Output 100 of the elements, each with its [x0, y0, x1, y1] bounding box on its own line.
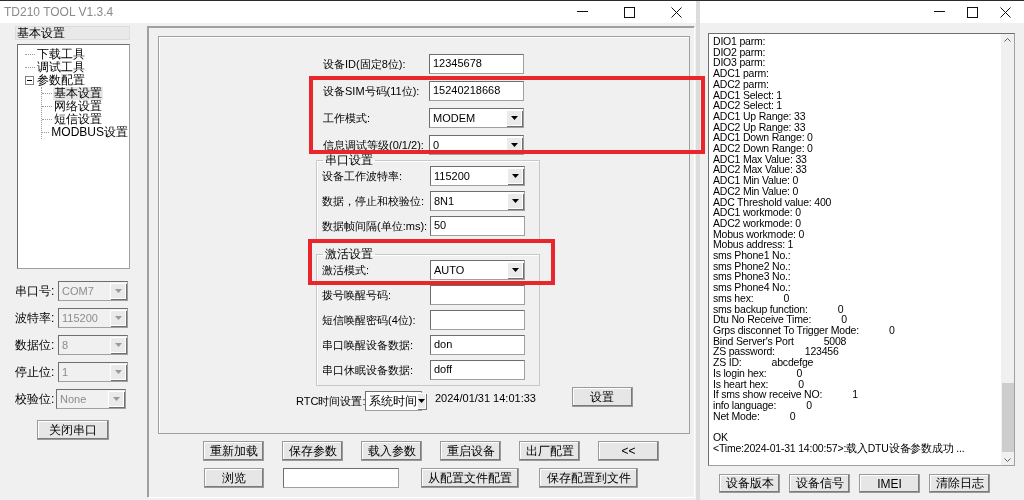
group-title: 串口设置 [324, 154, 374, 166]
dropdown[interactable]: AUTO [430, 260, 525, 280]
log-value: 0 [806, 399, 812, 411]
close-icon[interactable] [1000, 6, 1011, 18]
caret-icon [511, 199, 519, 203]
input-field[interactable] [430, 310, 525, 330]
tree-item[interactable]: MODBUS设置 [50, 126, 129, 139]
log-line: ADC2 parm: [713, 78, 769, 90]
tree-item[interactable]: 网络设置 [53, 100, 103, 113]
field-label: 短信唤醒密码(4位): [322, 313, 417, 327]
log-line: ADC2 Up Range: 33 [713, 121, 806, 133]
log-line: ADC2 Select: 1 [713, 100, 782, 111]
tree-item[interactable]: 基本设置 [53, 87, 103, 100]
input-field[interactable]: 12345678 [429, 54, 524, 74]
field-label: 数据位: [15, 336, 56, 354]
log-value: 0 [888, 325, 895, 336]
field-label: 数据，停止和校验位: [322, 194, 426, 208]
log-line: ADC1 parm: [713, 68, 769, 79]
scrollbar[interactable] [1001, 34, 1014, 465]
button[interactable]: 设备信号 [789, 474, 850, 493]
log-line: Dtu No Receive Time: [713, 314, 812, 325]
set-button[interactable]: 设置 [571, 387, 633, 407]
minimize-icon[interactable] [934, 11, 945, 13]
tree-item[interactable]: 调试工具 [36, 61, 86, 74]
caret-icon [114, 289, 122, 293]
field-label: 串口唤醒设备数据: [322, 338, 415, 352]
log-line: Grps disconnet To Trigger Mode: [713, 325, 859, 336]
input-field[interactable]: doff [430, 360, 525, 380]
button[interactable]: 浏览 [204, 468, 264, 488]
log-line: ADC2 Min Value: 0 [713, 185, 799, 197]
log-value: 5008 [823, 335, 847, 347]
button[interactable]: 重启设备 [440, 441, 501, 461]
field-label: 串口号: [15, 282, 56, 300]
log-line: If sms show receive NO: [713, 389, 823, 400]
button[interactable]: << [598, 441, 659, 461]
log-line: ADC2 Down Range: 0 [713, 143, 813, 154]
dropdown[interactable]: 115200 [430, 166, 525, 186]
log-value: 0 [841, 314, 847, 325]
dropdown[interactable]: MODEM [429, 108, 524, 128]
input-field[interactable] [430, 285, 525, 305]
minimize-icon[interactable] [577, 11, 588, 13]
log-line: ZS password: [713, 346, 775, 358]
log-line: ZS ID: [713, 357, 742, 368]
log-value: 0 [798, 378, 804, 390]
maximize-icon[interactable] [624, 6, 635, 18]
log-line: OK [713, 432, 728, 443]
field-label: 校验位: [15, 390, 56, 408]
input-field[interactable]: 15240218668 [429, 81, 524, 101]
log-line: DIO1 parm: [713, 36, 766, 47]
scroll-up-icon[interactable] [1004, 38, 1011, 42]
log-line: Bind Server's Port [713, 335, 794, 347]
caret-icon [114, 316, 122, 320]
log-line: sms Phone3 No.: [713, 271, 791, 283]
log-line: ADC2 Max Value: 33 [713, 164, 807, 176]
field-label: 停止位: [15, 363, 56, 381]
scroll-thumb[interactable] [1001, 383, 1014, 452]
button[interactable]: 清除日志 [929, 474, 990, 493]
field-label: 激活模式: [322, 263, 371, 277]
button[interactable]: 重新加载 [203, 441, 264, 461]
log-value: 1 [852, 389, 858, 400]
tree-item[interactable]: 短信设置 [53, 113, 103, 126]
button[interactable]: 载入参数 [361, 441, 422, 461]
time-text: 2024/01/31 14:01:33 [435, 392, 536, 404]
button[interactable]: 保存参数 [282, 441, 343, 461]
log-line: Is heart hex: [713, 378, 769, 390]
button[interactable]: 设备版本 [719, 474, 780, 493]
scroll-down-icon[interactable] [1004, 458, 1011, 462]
button[interactable]: 从配置文件配置 [421, 468, 519, 488]
dropdown[interactable]: 8N1 [430, 191, 525, 211]
button[interactable]: 出厂配置 [519, 441, 580, 461]
log-line: ADC Threshold value: 400 [713, 196, 832, 208]
log-line: info language: [713, 399, 777, 411]
caret-icon [112, 397, 120, 401]
field-label: 拨号唤醒号码: [322, 288, 393, 302]
tree-item[interactable]: 参数配置 [36, 74, 86, 87]
button[interactable]: 保存配置到文件 [539, 468, 638, 488]
close-icon[interactable] [671, 6, 682, 18]
log-line: Is login hex: [713, 367, 767, 379]
collapse-icon[interactable] [25, 76, 34, 85]
group-title: 基本设置 [15, 26, 130, 40]
log-line: ADC1 Select: 1 [713, 89, 782, 101]
tree-item[interactable]: 下载工具 [36, 48, 86, 61]
log-line: Mobus address: 1 [713, 239, 794, 251]
log-value: 0 [783, 292, 790, 304]
button[interactable]: IMEI [859, 474, 920, 493]
log-value: 0 [796, 367, 803, 379]
log-line: DIO3 parm: [713, 57, 766, 69]
input-field[interactable]: 50 [430, 216, 525, 236]
log-value: abcdefge [771, 357, 814, 368]
log-line: ADC2 workmode: 0 [713, 217, 801, 229]
caret-icon [418, 399, 425, 403]
close-port-button[interactable]: 关闭串口 [37, 420, 109, 440]
log-line: DIO2 parm: [713, 46, 766, 58]
caret-icon [510, 143, 518, 147]
maximize-icon[interactable] [967, 6, 978, 18]
input-field[interactable]: don [430, 335, 525, 355]
window-title: TD210 TOOL V1.3.4 [3, 5, 114, 19]
input-field[interactable] [283, 468, 399, 488]
log-line: sms Phone4 No.: [713, 282, 791, 293]
log-line: ADC1 Min Value: 0 [713, 175, 799, 186]
